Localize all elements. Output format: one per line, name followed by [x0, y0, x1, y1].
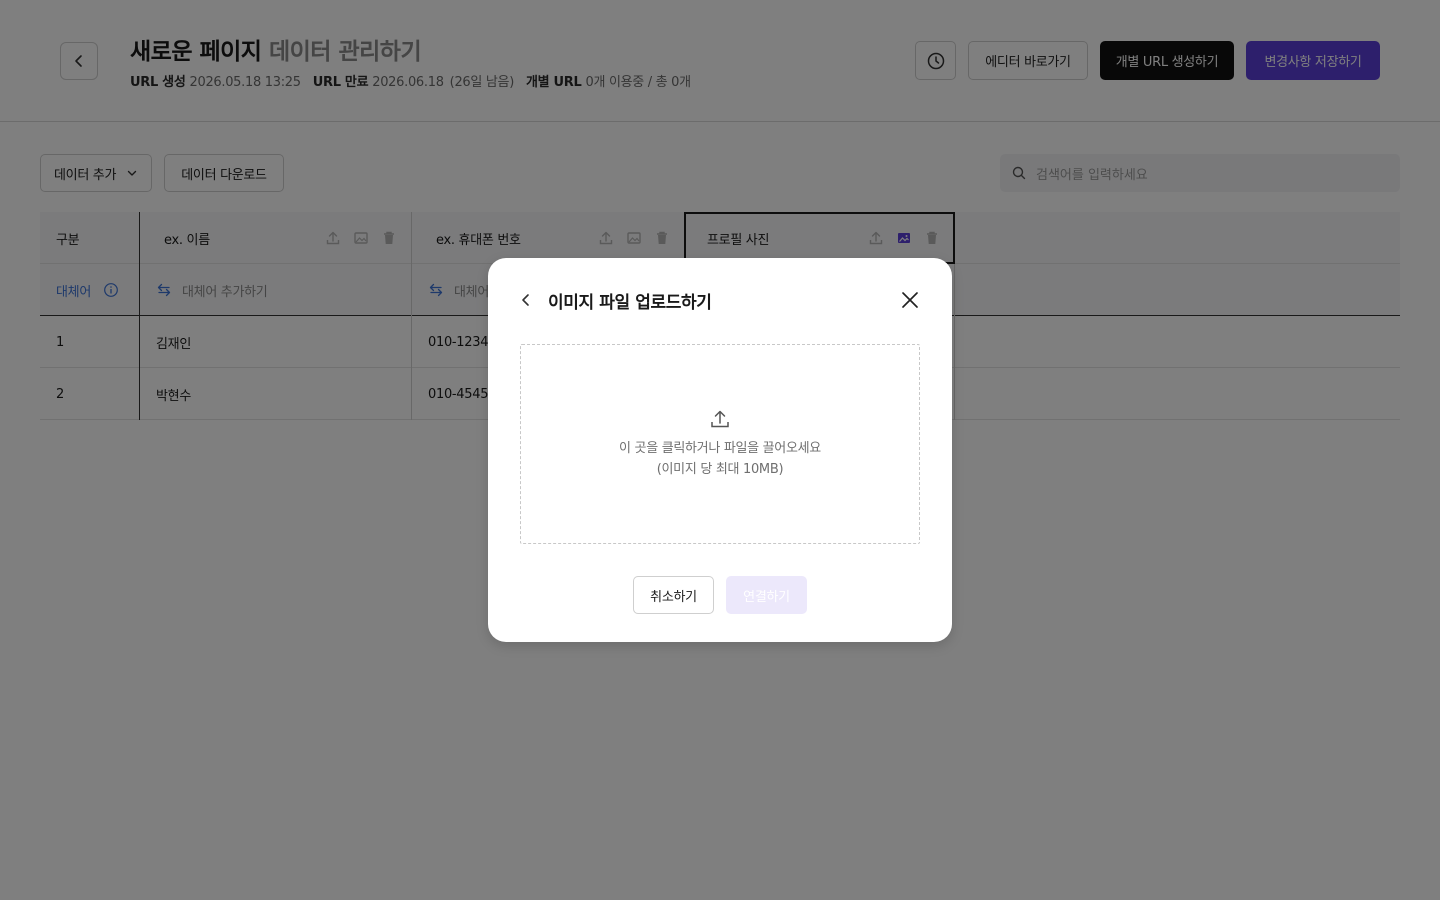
file-dropzone[interactable]: 이 곳을 클릭하거나 파일을 끌어오세요 (이미지 당 최대 10MB) [520, 344, 920, 544]
upload-icon [711, 410, 729, 428]
dropzone-instruction: 이 곳을 클릭하거나 파일을 끌어오세요 [619, 441, 821, 456]
close-icon [902, 292, 918, 308]
connect-button[interactable]: 연결하기 [726, 576, 807, 614]
modal-back-button[interactable] [520, 290, 536, 310]
image-upload-modal: 이미지 파일 업로드하기 이 곳을 클릭하거나 파일을 끌어오세요 (이미지 당… [488, 258, 952, 642]
cancel-button[interactable]: 취소하기 [633, 576, 714, 614]
dropzone-size-limit: (이미지 당 최대 10MB) [656, 462, 784, 477]
modal-close-button[interactable] [898, 288, 922, 312]
chevron-left-icon [522, 294, 529, 306]
modal-title: 이미지 파일 업로드하기 [548, 293, 712, 313]
